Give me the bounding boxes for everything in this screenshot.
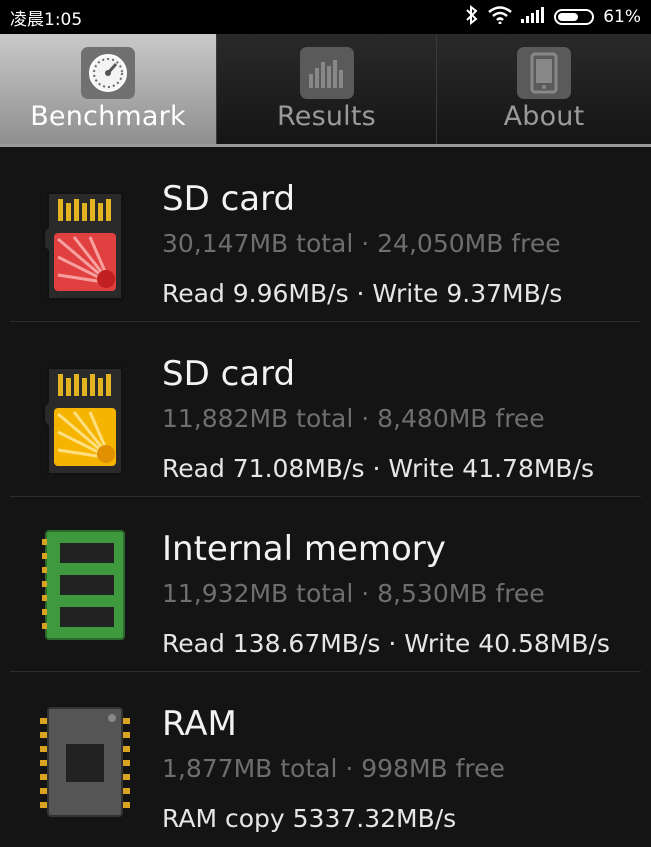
list-item[interactable]: RAM 1,877MB total · 998MB free RAM copy … xyxy=(10,672,641,847)
tab-label: About xyxy=(503,101,585,132)
item-title: SD card xyxy=(162,179,296,219)
list-item[interactable]: SD card 30,147MB total · 24,050MB free R… xyxy=(10,147,641,322)
item-title: Internal memory xyxy=(162,529,446,569)
tab-bar: Benchmark Results About xyxy=(0,34,651,147)
status-icons: 61% xyxy=(465,4,641,29)
item-speed: RAM copy 5337.32MB/s xyxy=(162,804,457,833)
item-capacity: 30,147MB total · 24,050MB free xyxy=(162,229,561,258)
tab-about[interactable]: About xyxy=(437,34,651,144)
phone-icon xyxy=(517,47,571,99)
tab-results[interactable]: Results xyxy=(217,34,437,144)
item-speed: Read 9.96MB/s · Write 9.37MB/s xyxy=(162,279,563,308)
wifi-icon xyxy=(488,5,512,29)
sd-card-yellow-icon xyxy=(40,362,130,482)
item-title: SD card xyxy=(162,354,296,394)
status-time: 凌晨1:05 xyxy=(10,9,83,30)
status-bar: 凌晨1:05 61% xyxy=(0,0,651,34)
memory-chip-icon xyxy=(40,525,130,645)
item-title: RAM xyxy=(162,704,237,744)
signal-icon xyxy=(521,6,545,28)
item-capacity: 11,882MB total · 8,480MB free xyxy=(162,404,545,433)
item-speed: Read 138.67MB/s · Write 40.58MB/s xyxy=(162,629,610,658)
item-capacity: 1,877MB total · 998MB free xyxy=(162,754,505,783)
bluetooth-icon xyxy=(465,4,479,29)
item-speed: Read 71.08MB/s · Write 41.78MB/s xyxy=(162,454,595,483)
battery-percent: 61% xyxy=(603,7,641,27)
ram-chip-icon xyxy=(40,702,130,822)
list-item[interactable]: Internal memory 11,932MB total · 8,530MB… xyxy=(10,497,641,672)
speedometer-icon xyxy=(81,47,135,99)
item-capacity: 11,932MB total · 8,530MB free xyxy=(162,579,545,608)
list-item[interactable]: SD card 11,882MB total · 8,480MB free Re… xyxy=(10,322,641,497)
tab-label: Benchmark xyxy=(30,101,186,132)
battery-icon xyxy=(554,9,595,25)
sd-card-red-icon xyxy=(40,187,130,307)
tab-label: Results xyxy=(277,101,376,132)
tab-benchmark[interactable]: Benchmark xyxy=(0,34,217,144)
bar-chart-icon xyxy=(299,47,354,99)
storage-list: SD card 30,147MB total · 24,050MB free R… xyxy=(0,147,651,847)
